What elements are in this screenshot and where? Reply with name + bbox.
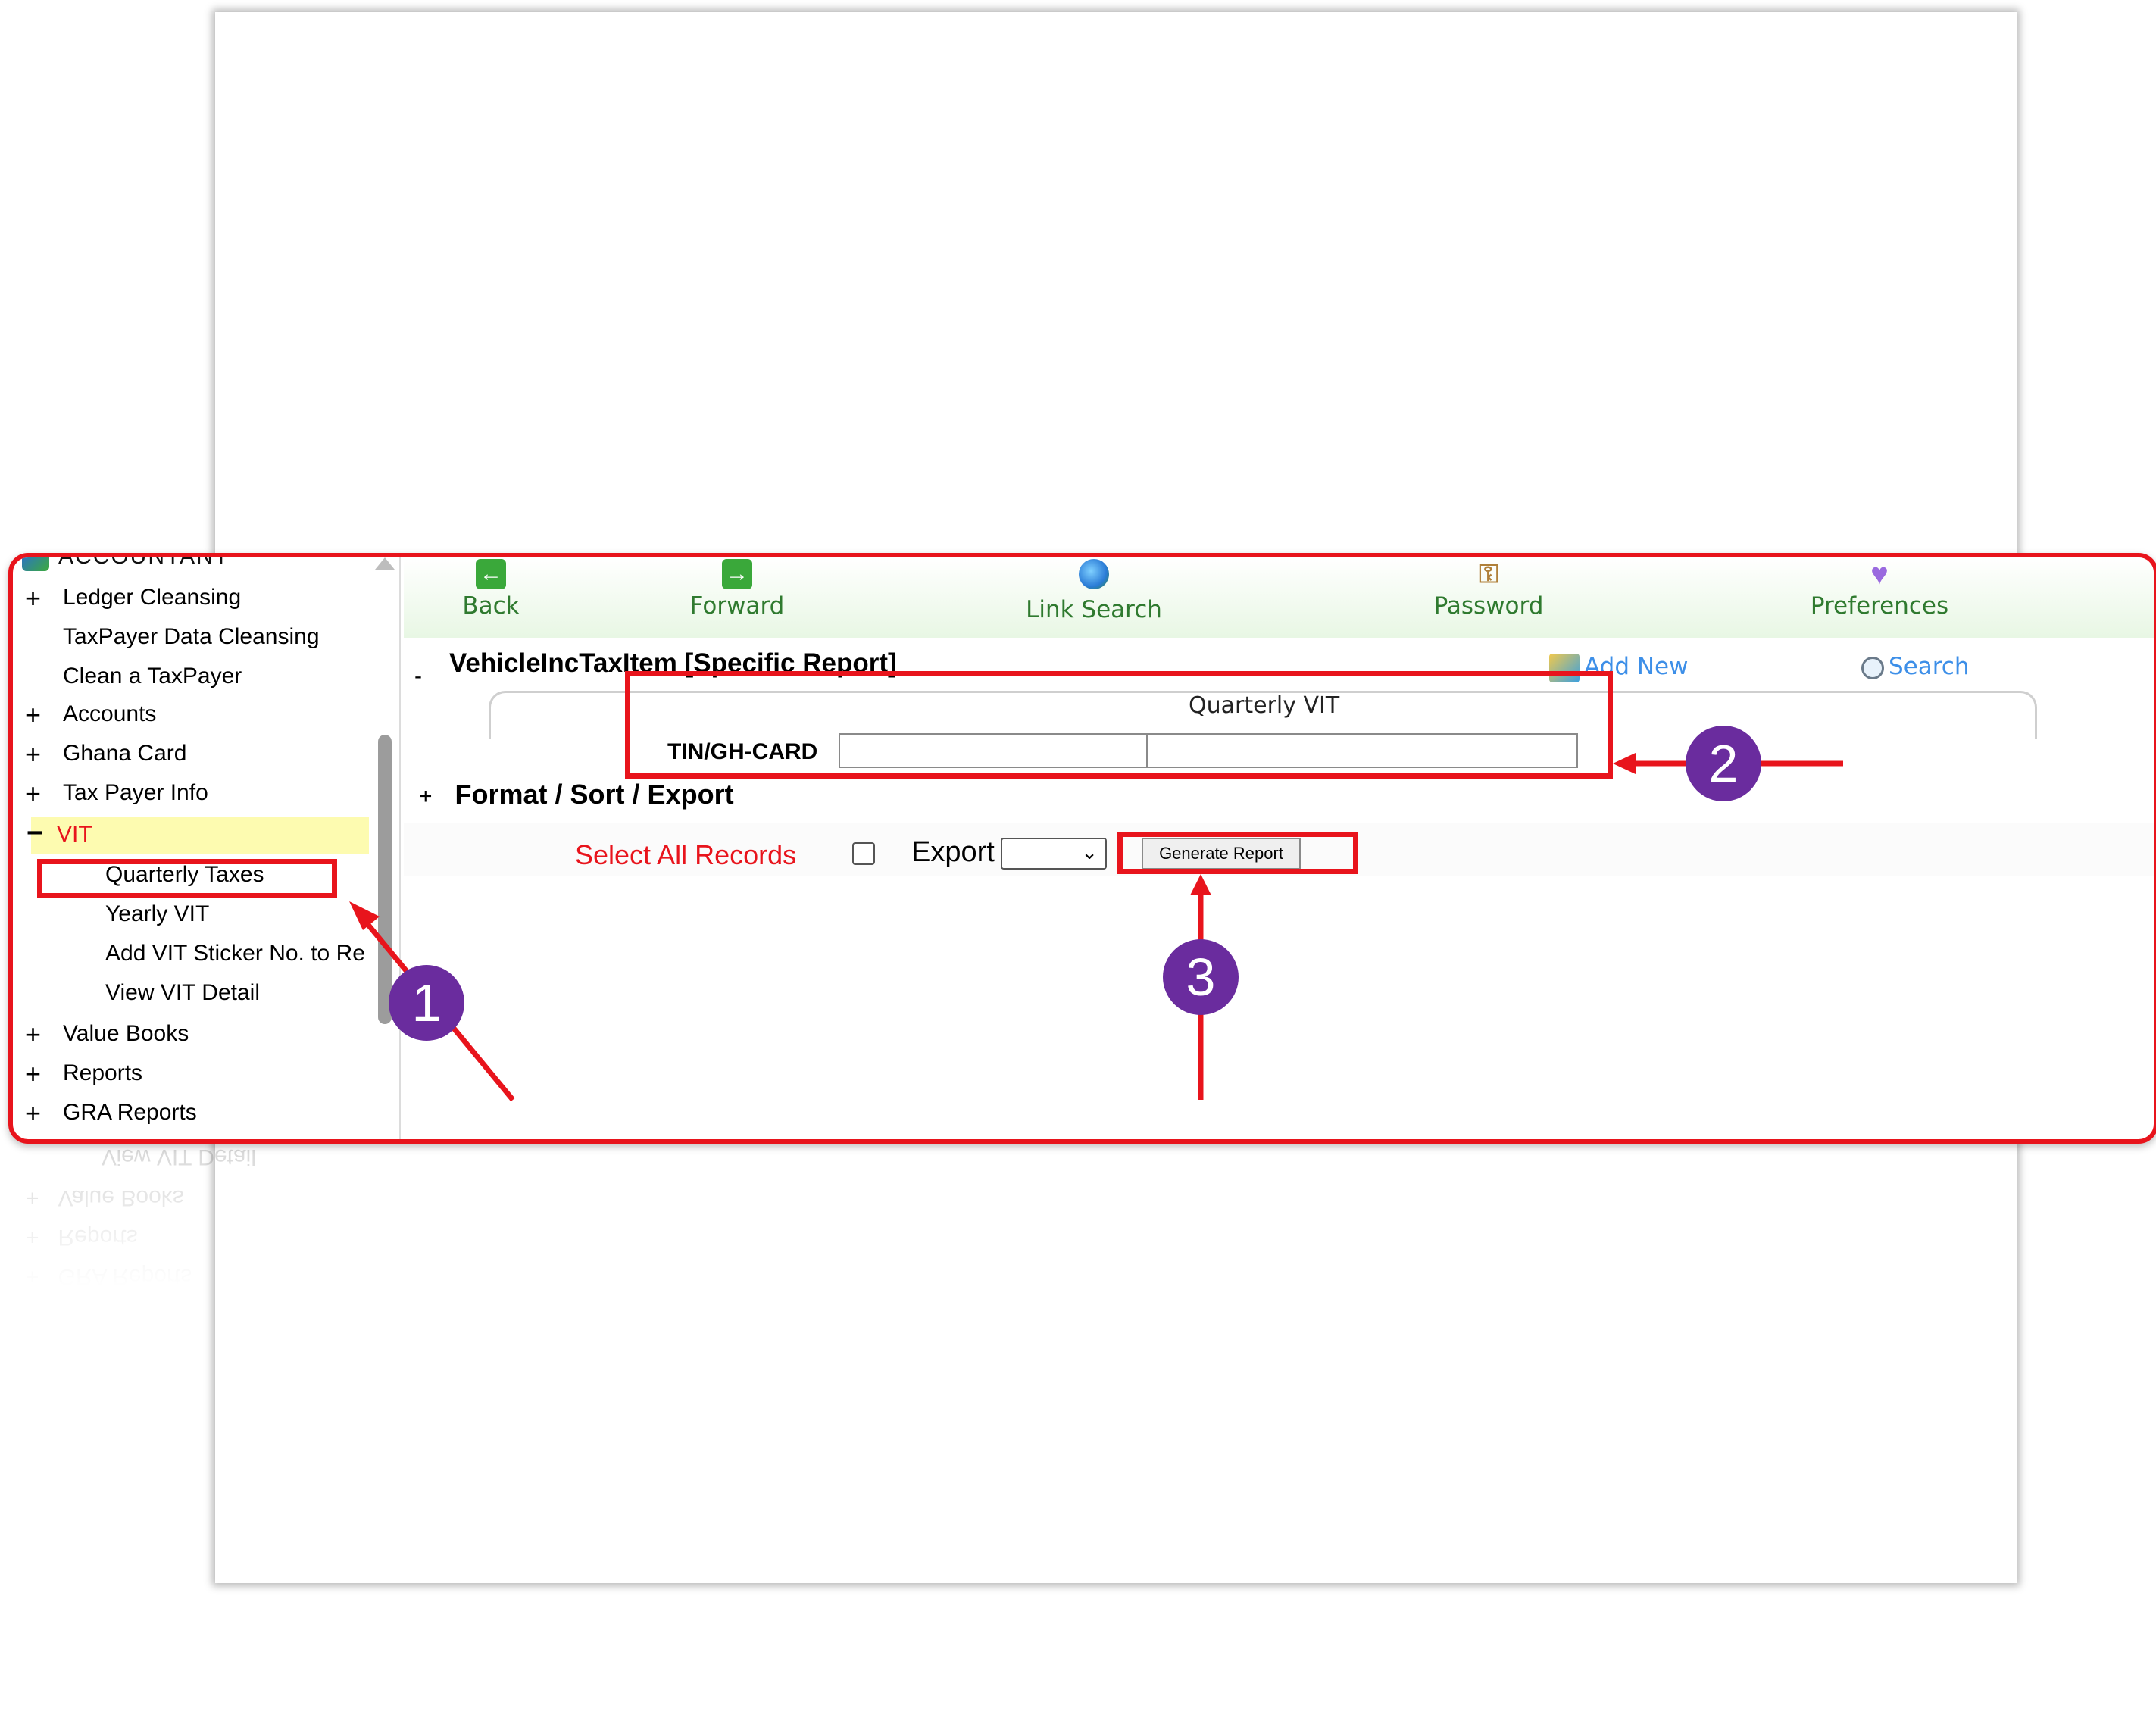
arrow-3-head (1190, 874, 1211, 895)
reflection-view-vit: View VIT Detail (102, 1144, 256, 1169)
reflection-gra-reports: + GRA Reports (26, 1264, 192, 1289)
step-badge-1: 1 (389, 965, 464, 1041)
reflection-reports: + Reports (26, 1225, 138, 1250)
arrow-1-head (349, 901, 380, 930)
app-window: ACCOUNTANT +Ledger Cleansing TaxPayer Da… (8, 553, 2156, 1144)
step-badge-2: 2 (1686, 726, 1761, 801)
annotation-arrows (349, 753, 1843, 1102)
reflection-value-books: + Value Books (26, 1185, 184, 1210)
arrow-2-head (1613, 753, 1636, 774)
screenshot-reflection: + GRA Reports + Reports + Value Books Vi… (12, 1138, 2144, 1289)
step-badge-3: 3 (1163, 939, 1239, 1015)
